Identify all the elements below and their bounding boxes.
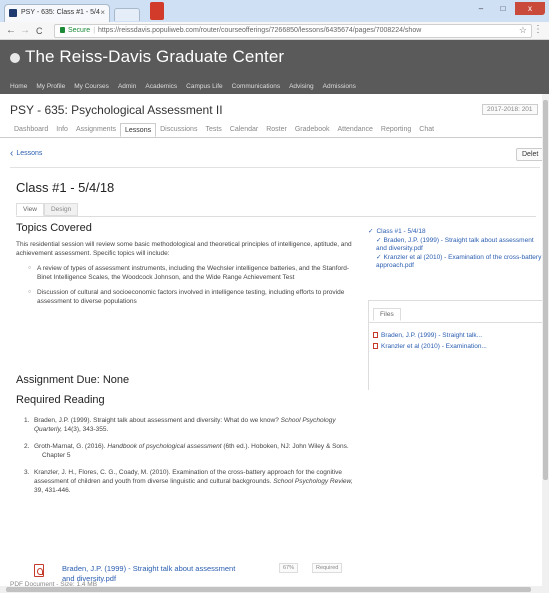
nav-communications[interactable]: Communications [232,83,280,90]
forward-arrow-icon[interactable]: → [20,25,30,37]
url-text: https://reissdavis.populiweb.com/router/… [98,27,422,34]
logo-icon [10,53,20,63]
horizontal-scroll-thumb[interactable] [6,587,531,592]
tab-close-icon[interactable]: × [100,5,105,21]
course-title: PSY - 635: Psychological Assessment II [10,103,223,117]
divider [16,216,536,217]
browser-tab[interactable]: PSY - 635: Class #1 - 5/4 × [4,4,110,22]
sidebar-file-link[interactable]: ✓ Kranzler et al (2010) - Examination of … [368,254,543,270]
favicon-icon [9,9,17,17]
file-link[interactable]: Braden, J.P. (1999) - Straight talk... [373,332,482,339]
progress-badge: 67% [279,563,299,573]
tab-files[interactable]: Files [373,308,401,321]
nav-admissions[interactable]: Admissions [323,83,356,90]
tab-attendance[interactable]: Attendance [333,123,376,137]
secure-label: Secure [68,27,91,34]
minimize-icon[interactable]: – [471,2,491,15]
pdf-icon [373,332,378,338]
nav-academics[interactable]: Academics [145,83,177,90]
sidebar-file-link[interactable]: ✓ Braden, J.P. (1999) - Straight talk abo… [368,237,543,253]
check-icon: ✓ [368,228,374,235]
window-controls: – □ x [471,2,545,15]
list-item: 2. Groth-Marnat, G. (2016). Handbook of p… [24,443,349,459]
lesson-content: Topics Covered This residential session … [16,222,358,312]
back-arrow-icon[interactable]: ← [6,25,16,37]
lock-icon [60,27,65,33]
delete-button[interactable]: Delet [516,148,545,161]
intro-text: This residential session will review som… [16,241,352,257]
list-item: Discussion of cultural and socioeconomic… [28,288,358,306]
topics-list: A review of types of assessment instrume… [16,264,358,306]
course-subnav: Dashboard Info Assignments Lessons Discu… [10,123,438,137]
list-item: 3. Kranzler, J. H., Flores, C. G., Coady,… [24,469,353,494]
site-header: The Reiss-Davis Graduate Center Home My … [0,40,549,94]
pdf-icon [34,564,44,577]
nav-my-profile[interactable]: My Profile [36,83,65,90]
divider [369,322,549,323]
nav-advising[interactable]: Advising [289,83,314,90]
bookmark-star-icon[interactable]: ☆ [519,25,527,36]
tab-tests[interactable]: Tests [201,123,225,137]
browser-titlebar: PSY - 635: Class #1 - 5/4 × – □ x [0,0,549,22]
nav-home[interactable]: Home [10,83,27,90]
tab-dashboard[interactable]: Dashboard [10,123,52,137]
browser-menu-icon[interactable]: ⋮ [533,24,543,35]
tab-discussions[interactable]: Discussions [156,123,201,137]
required-badge: Required [312,563,343,573]
address-bar: ← → C Secure | https://reissdavis.populiwe… [0,22,549,40]
lesson-sidebar: ✓ Class #1 - 5/4/18 ✓ Braden, J.P. (1999) … [368,228,543,270]
url-input[interactable]: Secure | https://reissdavis.populiweb.com/… [54,24,532,38]
pdf-icon [373,343,378,349]
readings-list: 1. Braden, J.P. (1999). Straight talk abo… [24,416,354,503]
tab-title: PSY - 635: Class #1 - 5/4 [21,9,100,16]
tab-reporting[interactable]: Reporting [377,123,415,137]
window-close-icon[interactable]: x [515,2,545,15]
files-panel: Files Braden, J.P. (1999) - Straight tal… [368,300,549,390]
assignment-heading: Assignment Due: None [16,374,130,386]
back-label: Lessons [16,150,43,157]
required-reading-heading: Required Reading [16,394,105,406]
tab-calendar[interactable]: Calendar [226,123,262,137]
tab-lessons[interactable]: Lessons [120,123,157,137]
top-nav: Home My Profile My Courses Admin Academi… [10,83,356,90]
tab-view[interactable]: View [16,203,44,216]
tab-design[interactable]: Design [43,203,79,216]
tab-info[interactable]: Info [52,123,72,137]
reload-icon[interactable]: C [36,25,43,37]
tab-assignments[interactable]: Assignments [72,123,120,137]
list-item: A review of types of assessment instrume… [28,264,358,282]
chevron-left-icon: ‹ [10,148,14,159]
divider [10,167,540,168]
tab-chat[interactable]: Chat [415,123,438,137]
taskbar-app-icon [150,2,164,20]
new-tab-button[interactable] [114,8,140,21]
check-icon: ✓ [376,237,382,244]
site-title[interactable]: The Reiss-Davis Graduate Center [25,47,284,67]
back-to-lessons-link[interactable]: ‹ Lessons [10,148,43,159]
tab-roster[interactable]: Roster [262,123,291,137]
view-tabs: View Design [16,203,79,216]
page-title: Class #1 - 5/4/18 [16,180,115,195]
nav-my-courses[interactable]: My Courses [74,83,109,90]
nav-campus-life[interactable]: Campus Life [186,83,223,90]
list-item: 1. Braden, J.P. (1999). Straight talk abo… [24,417,336,433]
check-icon: ✓ [376,254,382,261]
topics-heading: Topics Covered [16,222,92,234]
nav-admin[interactable]: Admin [118,83,136,90]
sidebar-lesson-link[interactable]: ✓ Class #1 - 5/4/18 [368,228,543,236]
term-selector[interactable]: 2017-2018: 201 [482,104,538,115]
file-link[interactable]: Kranzler et al (2010) - Examination... [373,343,487,350]
tab-gradebook[interactable]: Gradebook [291,123,334,137]
vertical-scroll-thumb[interactable] [543,100,548,480]
maximize-icon[interactable]: □ [493,2,513,15]
divider [0,137,549,138]
